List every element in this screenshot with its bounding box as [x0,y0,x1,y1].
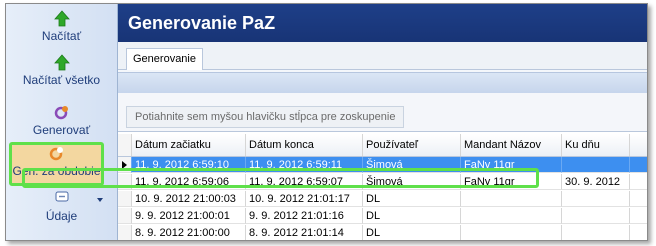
cell-user[interactable]: DL [363,191,461,207]
table-row[interactable]: 11. 9. 2012 6:59:10 11. 9. 2012 6:59:11 … [118,157,647,173]
cell-start-date[interactable]: 11. 9. 2012 6:59:06 [132,174,246,190]
generate-icon [12,145,101,163]
cell-end-date[interactable]: 8. 9. 2012 21:01:14 [246,225,363,240]
cell-spacer [630,174,647,190]
cell-spacer [630,191,647,207]
cell-spacer [630,208,647,224]
cell-spacer [630,225,647,240]
table-row[interactable]: 8. 9. 2012 21:00:00 8. 9. 2012 21:01:14 … [118,225,647,240]
group-by-panel[interactable]: Potiahnite sem myšou hlavičku stĺpca pre… [118,93,647,131]
current-row-icon [122,161,127,169]
cell-mandant[interactable]: FaNy 11gr [461,174,562,190]
generate-for-period-label: Gen. za obdobie [12,164,101,178]
row-indicator [118,225,132,240]
cell-mandant[interactable] [461,191,562,207]
generate-button[interactable]: Generovať [6,104,117,140]
table-row[interactable]: 10. 9. 2012 21:00:03 10. 9. 2012 21:01:1… [118,191,647,207]
column-header-user[interactable]: Používateľ [363,134,461,156]
main-panel: Generovanie PaZ Generovanie Potiahnite s… [118,4,647,240]
row-indicator [118,157,132,173]
grid-header: Dátum začiatku Dátum konca Používateľ Ma… [118,134,647,157]
data-label: Údaje [45,209,78,223]
row-indicator-header [118,134,132,156]
generate-for-period-button[interactable]: Gen. za obdobie [9,142,104,186]
cell-start-date[interactable]: 11. 9. 2012 6:59:10 [132,157,246,173]
load-button[interactable]: Načítať [6,10,117,50]
cell-user[interactable]: Šimová [363,157,461,173]
cell-end-date[interactable]: 11. 9. 2012 6:59:07 [246,174,363,190]
cell-end-date[interactable]: 9. 9. 2012 21:01:16 [246,208,363,224]
page-title: Generovanie PaZ [118,4,647,42]
cell-ku-dnu[interactable]: 30. 9. 2012 [562,174,630,190]
row-indicator [118,191,132,207]
load-all-label: Načítať všetko [22,73,101,87]
arrow-up-icon [6,10,117,28]
cell-end-date[interactable]: 11. 9. 2012 6:59:11 [246,157,363,173]
cell-user[interactable]: DL [363,208,461,224]
cell-end-date[interactable]: 10. 9. 2012 21:01:17 [246,191,363,207]
arrow-up-icon [6,54,117,72]
sidebar: Načítať Načítať všetko Generovať Gen. za… [6,4,118,240]
cell-start-date[interactable]: 10. 9. 2012 21:00:03 [132,191,246,207]
row-indicator [118,208,132,224]
app-window: Načítať Načítať všetko Generovať Gen. za… [5,3,648,241]
cell-ku-dnu[interactable] [562,208,630,224]
generate-label: Generovať [32,123,91,137]
column-header-end-date[interactable]: Dátum konca [246,134,363,156]
tab-generovanie[interactable]: Generovanie [126,48,203,70]
cell-start-date[interactable]: 9. 9. 2012 21:00:01 [132,208,246,224]
load-label: Načítať [41,29,82,43]
column-header-start-date[interactable]: Dátum začiatku [132,134,246,156]
cell-mandant[interactable] [461,225,562,240]
column-header-ku-dnu[interactable]: Ku dňu [562,134,630,156]
cell-mandant[interactable] [461,208,562,224]
toolbar-strip [118,72,647,94]
cell-start-date[interactable]: 8. 9. 2012 21:00:00 [132,225,246,240]
tab-strip: Generovanie [118,42,647,70]
cell-ku-dnu[interactable] [562,157,630,173]
data-grid: Dátum začiatku Dátum konca Používateľ Ma… [118,131,647,240]
chevron-down-icon [97,198,103,202]
cell-spacer [630,157,647,173]
cell-ku-dnu[interactable] [562,191,630,207]
column-header-mandant[interactable]: Mandant Názov [461,134,562,156]
cell-mandant[interactable]: FaNy 11gr [461,157,562,173]
row-indicator [118,174,132,190]
group-by-hint: Potiahnite sem myšou hlavičku stĺpca pre… [126,106,405,128]
load-all-button[interactable]: Načítať všetko [6,54,117,94]
data-dropdown-button[interactable]: Údaje [6,190,117,236]
table-row[interactable]: 9. 9. 2012 21:00:01 9. 9. 2012 21:01:16 … [118,208,647,224]
column-header-spacer [630,134,647,156]
cell-ku-dnu[interactable] [562,225,630,240]
cell-user[interactable]: DL [363,225,461,240]
generate-icon [6,104,117,122]
cell-user[interactable]: Šimová [363,174,461,190]
table-row[interactable]: 11. 9. 2012 6:59:06 11. 9. 2012 6:59:07 … [118,174,647,190]
